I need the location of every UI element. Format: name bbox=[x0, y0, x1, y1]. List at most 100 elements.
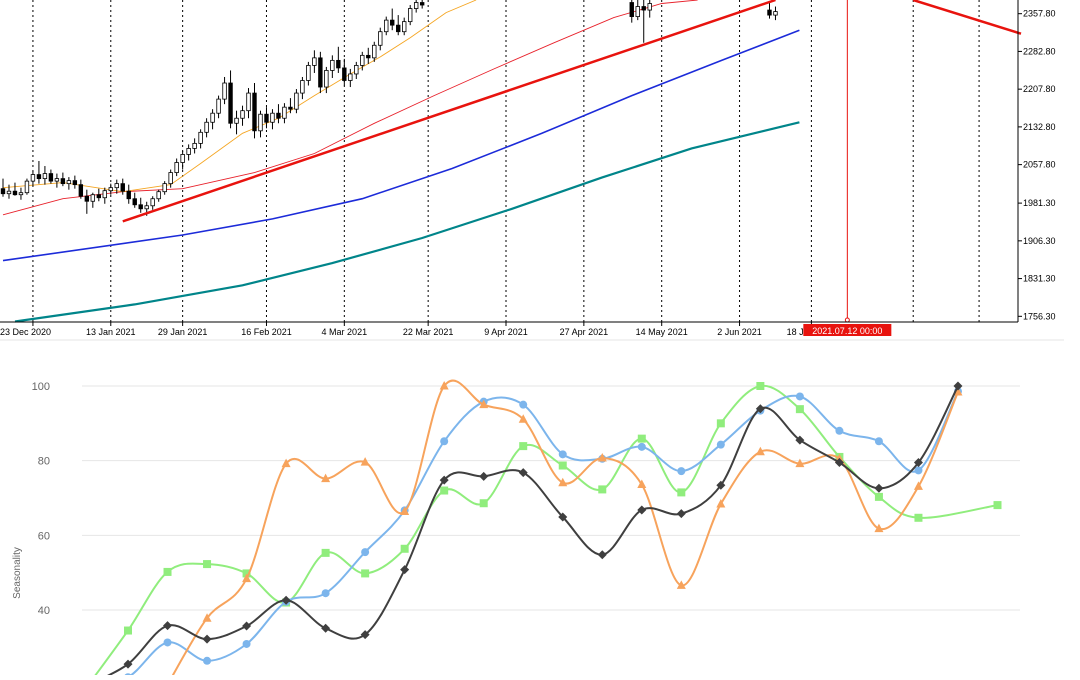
candle-body bbox=[390, 19, 395, 26]
candle-body bbox=[641, 6, 646, 11]
candle-body bbox=[407, 8, 413, 23]
time-tick-label: 22 Mar 2021 bbox=[403, 327, 454, 337]
candle-body bbox=[252, 92, 257, 132]
candle-body bbox=[246, 92, 251, 112]
seasonality-axis-label: Seasonality bbox=[12, 547, 23, 599]
seasonality-point-square bbox=[361, 569, 370, 578]
candle-body bbox=[629, 2, 634, 18]
candle-body bbox=[210, 112, 215, 123]
seasonality-tick-label: 40 bbox=[38, 605, 50, 617]
candle-body bbox=[378, 31, 383, 46]
candle-body bbox=[84, 195, 90, 202]
seasonality-point-circle bbox=[677, 467, 686, 476]
candle-body bbox=[234, 117, 239, 124]
price-tick-label: 1981.30 bbox=[1023, 198, 1056, 208]
seasonality-point-diamond bbox=[400, 565, 410, 575]
seasonality-point-square bbox=[558, 461, 567, 470]
candle-body bbox=[126, 190, 131, 200]
price-plot-area bbox=[0, 0, 1018, 322]
candle-body bbox=[282, 106, 287, 119]
seasonality-point-square bbox=[124, 626, 132, 635]
seasonality-point-square bbox=[637, 434, 646, 443]
candle-body bbox=[42, 173, 48, 180]
candle-body bbox=[102, 190, 107, 199]
time-tick-label: 13 Jan 2021 bbox=[86, 327, 136, 337]
time-tick-label: 29 Jan 2021 bbox=[158, 327, 208, 337]
candle-body bbox=[294, 92, 299, 110]
candle-body bbox=[228, 82, 233, 124]
time-tick-label: 9 Apr 2021 bbox=[484, 327, 528, 337]
seasonality-point-diamond bbox=[597, 550, 607, 560]
seasonality-point-diamond bbox=[676, 509, 686, 519]
seasonality-point-diamond bbox=[202, 634, 212, 644]
candle-body bbox=[144, 205, 149, 210]
crosshair-label-box: 2021.07.12 00:00 bbox=[803, 324, 892, 336]
seasonality-point-square bbox=[400, 544, 409, 553]
candle-body bbox=[72, 180, 78, 186]
time-tick-label: 2 Jun 2021 bbox=[717, 327, 762, 337]
seasonality-axis-ticks: 40 60 80 100 bbox=[32, 381, 50, 617]
candle-body bbox=[306, 65, 311, 81]
seasonality-point-square bbox=[163, 567, 172, 576]
time-tick-label: 16 Feb 2021 bbox=[241, 327, 292, 337]
price-tick-label: 1831.30 bbox=[1023, 274, 1056, 284]
seasonality-point-square bbox=[479, 499, 488, 508]
candle-body bbox=[300, 80, 305, 94]
seasonality-point-circle bbox=[519, 400, 528, 409]
candle-body bbox=[402, 21, 407, 33]
candle-body bbox=[198, 131, 203, 144]
seasonality-point-circle bbox=[874, 437, 883, 446]
candle-body bbox=[384, 19, 389, 33]
candle-body bbox=[288, 106, 293, 110]
candle-body bbox=[413, 2, 419, 9]
seasonality-point-circle bbox=[637, 442, 646, 451]
candle-body bbox=[180, 154, 185, 163]
seasonality-point-circle bbox=[835, 426, 844, 435]
candle-body bbox=[216, 98, 221, 114]
candle-body bbox=[48, 173, 54, 182]
seasonality-point-square bbox=[598, 485, 607, 494]
candle-body bbox=[78, 184, 84, 197]
candle-body bbox=[132, 198, 137, 206]
candle-body bbox=[60, 178, 66, 185]
candle-body bbox=[12, 190, 18, 196]
price-tick-label: 2357.80 bbox=[1023, 9, 1056, 19]
seasonality-point-diamond bbox=[874, 483, 884, 493]
seasonality-series bbox=[90, 379, 1002, 680]
price-tick-label: 2132.80 bbox=[1023, 122, 1056, 132]
seasonality-point-circle bbox=[203, 656, 212, 665]
seasonality-point-square bbox=[321, 548, 330, 557]
seasonality-point-circle bbox=[558, 450, 567, 459]
seasonality-point-circle bbox=[163, 638, 172, 647]
time-tick-label: 23 Dec 2020 bbox=[0, 327, 51, 337]
seasonality-series-line bbox=[117, 390, 959, 680]
seasonality-point-circle bbox=[242, 639, 251, 648]
date-marker-anchor bbox=[844, 317, 850, 323]
candle-body bbox=[150, 198, 155, 207]
candle-body bbox=[240, 110, 245, 119]
time-tick-label: 27 Apr 2021 bbox=[560, 327, 609, 337]
seasonality-point-square bbox=[203, 560, 212, 569]
chart-screenshot: 2357.80 2282.80 2207.80 2132.80 2057.80 1981.… bbox=[0, 0, 1080, 680]
candle-body bbox=[0, 188, 6, 195]
price-tick-label: 2057.80 bbox=[1023, 160, 1056, 170]
seasonality-point-square bbox=[914, 513, 923, 522]
seasonality-series-line bbox=[169, 379, 959, 680]
seasonality-point-circle bbox=[361, 548, 370, 557]
candle-body bbox=[276, 112, 281, 119]
price-tick-label: 1906.30 bbox=[1023, 236, 1056, 246]
seasonality-chart: 40 60 80 100 Seasonality bbox=[12, 379, 1020, 680]
seasonality-point-circle bbox=[440, 437, 449, 446]
candle-body bbox=[222, 82, 227, 100]
price-chart: 2357.80 2282.80 2207.80 2132.80 2057.80 1981.… bbox=[0, 0, 1056, 337]
seasonality-point-triangle bbox=[558, 477, 568, 487]
candle-body bbox=[647, 3, 652, 11]
candle-body bbox=[36, 174, 42, 180]
seasonality-point-square bbox=[677, 488, 686, 497]
candle-body bbox=[66, 180, 72, 185]
candle-body bbox=[767, 9, 772, 16]
candle-body bbox=[330, 59, 335, 71]
seasonality-point-square bbox=[716, 419, 725, 428]
candle-body bbox=[348, 73, 353, 81]
candle-body bbox=[30, 174, 36, 182]
